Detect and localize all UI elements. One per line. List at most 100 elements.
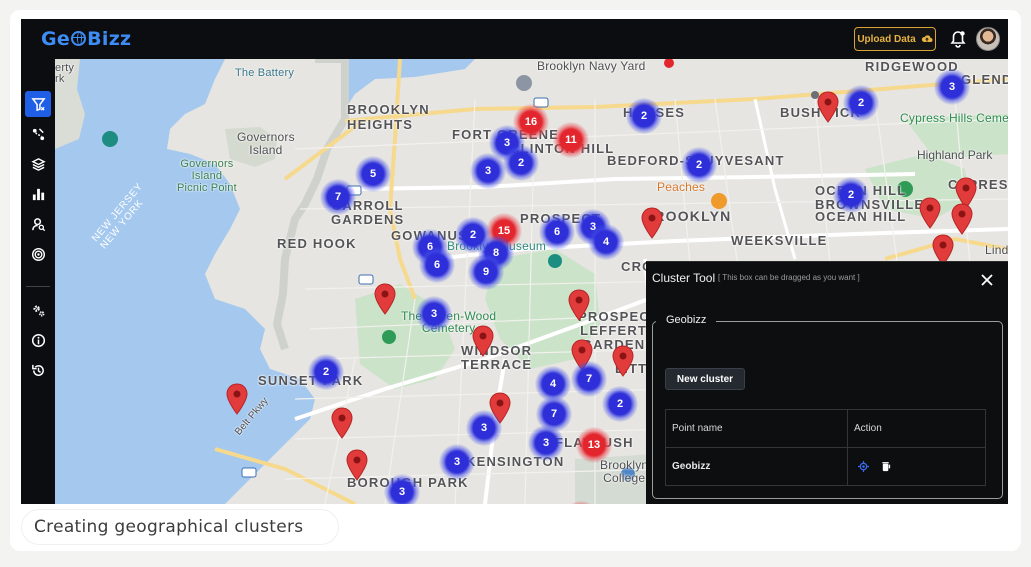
cluster-marker[interactable]: 3 [439,444,475,480]
cluster-count: 2 [322,366,330,378]
cluster-marker[interactable]: 7 [571,361,607,397]
map-label-highland-park: Highland Park [917,148,993,162]
sidebar-item-target[interactable] [25,241,51,267]
sidebar-item-history[interactable] [25,357,51,383]
sidebar-item-layers[interactable] [25,151,51,177]
cluster-marker[interactable]: 5 [355,156,391,192]
table-header-row: Point name Action [665,409,986,448]
map-label-lind: Lind [985,243,1008,257]
app-logo[interactable]: Ge Bizz [41,28,131,50]
cluster-marker[interactable]: 2 [602,386,638,422]
cluster-marker[interactable]: 2 [503,145,539,181]
cluster-count: 6 [433,259,441,271]
sidebar-item-settings[interactable] [25,297,51,323]
cluster-count: 7 [550,408,558,420]
cluster-marker[interactable]: 3 [384,474,420,504]
map-pin-icon[interactable] [373,283,397,315]
sidebar-item-filter[interactable] [25,91,51,117]
map-pin-icon[interactable] [330,407,354,439]
map-pin-icon[interactable] [918,197,942,229]
map-pin-icon[interactable] [611,345,635,377]
cluster-marker[interactable]: 2 [833,177,869,213]
cluster-count: 6 [553,226,561,238]
cluster-count: 3 [453,456,461,468]
map-pin-icon[interactable] [816,91,840,123]
map-pin-icon[interactable] [225,383,249,415]
sidebar-item-info[interactable] [25,327,51,353]
map-label-liberty: erty rk [55,62,75,85]
close-icon[interactable] [980,273,994,287]
cluster-count: 3 [430,308,438,320]
cluster-marker[interactable]: 3 [470,153,506,189]
cluster-count: 2 [616,398,624,410]
cluster-marker[interactable]: 3 [466,410,502,446]
map-label-governors-picnic: Governors Island Picnic Point [177,158,237,194]
cluster-count: 2 [857,97,865,109]
cluster-count: 7 [585,373,593,385]
user-search-icon [31,217,45,231]
cluster-tool-hint: [ This box can be dragged as you want ] [718,273,860,282]
sidebar-divider [26,286,50,287]
cluster-count: 3 [948,81,956,93]
column-header-point-name: Point name [665,409,848,448]
map-pin-icon[interactable] [471,325,495,357]
cluster-marker[interactable]: 3 [934,69,970,105]
history-icon [31,364,44,376]
sidebar-item-analytics[interactable] [25,181,51,207]
cluster-count: 16 [524,116,538,128]
top-bar: Ge Bizz Upload Data [21,19,1008,59]
route-icon [32,127,44,140]
cluster-marker[interactable]: 9 [468,254,504,290]
action-cell [847,447,986,486]
map-label-red-hook: RED HOOK [277,236,357,251]
cluster-marker[interactable]: 6 [419,247,455,283]
globe-icon [71,31,87,46]
map-pin-icon[interactable] [950,203,974,235]
cluster-marker[interactable]: 4 [588,224,624,260]
caption-text: Creating geographical clusters [34,517,304,537]
map-label-cypress-hills: Cypress Hills Cemeter [900,111,1008,125]
cluster-count: 11 [565,134,577,146]
cluster-marker[interactable]: 2 [843,85,879,121]
cluster-count: 4 [549,378,557,390]
map-label-brooklyn-heights: BROOKLYN HEIGHTS [347,102,430,132]
map-pin-icon[interactable] [640,207,664,239]
cluster-points-table: Point name Action Geobizz [665,409,986,486]
sidebar-item-search-user[interactable] [25,211,51,237]
cluster-marker[interactable]: 6 [539,214,575,250]
map-label-battery: The Battery [235,67,295,79]
column-header-action: Action [847,409,986,448]
notification-bell-icon[interactable] [950,30,966,48]
cluster-tool-title: Cluster Tool [652,271,716,285]
table-row: Geobizz [665,447,986,486]
cluster-marker[interactable]: 2 [681,147,717,183]
target-icon [31,247,45,261]
cluster-count: 7 [334,191,342,203]
cluster-count: 9 [482,266,490,278]
user-avatar[interactable] [976,27,1000,51]
locate-icon[interactable] [858,461,869,472]
cluster-marker[interactable]: 3 [528,425,564,461]
new-cluster-button[interactable]: New cluster [665,368,745,390]
cluster-marker[interactable]: 2 [626,98,662,134]
upload-data-button[interactable]: Upload Data [854,27,936,51]
cluster-tool-panel[interactable]: Cluster Tool [ This box can be dragged a… [646,261,1008,504]
sidebar-item-routes[interactable] [25,121,51,147]
cluster-group-name: Geobizz [656,314,717,326]
cluster-marker[interactable]: 13 [576,427,612,463]
cluster-count: 3 [542,437,550,449]
cluster-marker[interactable]: 7 [320,179,356,215]
cluster-count: 13 [587,439,601,451]
cluster-count: 2 [695,159,703,171]
map-label-ocean-hill-brownsville: OCEAN HILL BROWNSVILLE [815,183,925,212]
delete-icon[interactable] [881,461,891,472]
cluster-count: 2 [640,110,648,122]
cluster-marker[interactable]: 3 [416,296,452,332]
cluster-marker[interactable]: 11 [553,122,589,158]
point-name-cell: Geobizz [665,447,848,486]
map-pin-icon[interactable] [345,449,369,481]
info-icon [31,333,45,347]
cluster-marker[interactable]: 2 [308,354,344,390]
map-pin-icon[interactable] [567,289,591,321]
map-label-weeksville: WEEKSVILLE [731,233,828,248]
